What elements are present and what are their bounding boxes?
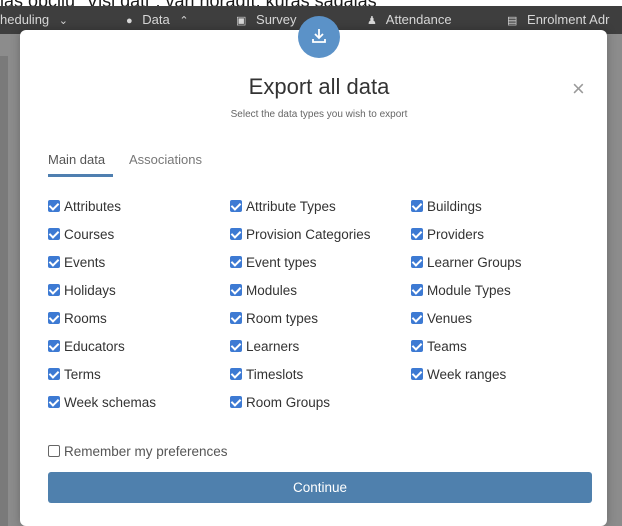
checkbox-modules[interactable]: Modules: [230, 283, 297, 298]
nav-item-data[interactable]: ● Data ⌃: [126, 12, 195, 27]
active-tab-indicator: [48, 174, 113, 177]
checkbox-checked-icon: [48, 284, 60, 296]
checkbox-checked-icon: [230, 200, 242, 212]
checkbox-room-groups[interactable]: Room Groups: [230, 395, 330, 410]
checkbox-learners[interactable]: Learners: [230, 339, 299, 354]
checkbox-label: Module Types: [427, 283, 511, 298]
checkbox-label: Venues: [427, 311, 473, 326]
remember-preferences-label: Remember my preferences: [64, 444, 228, 459]
checkbox-label: Rooms: [64, 311, 107, 326]
checkbox-week-ranges[interactable]: Week ranges: [411, 367, 506, 382]
checkbox-label: Buildings: [427, 199, 482, 214]
checkbox-label: Events: [64, 255, 106, 270]
checkbox-courses[interactable]: Courses: [48, 227, 114, 242]
checkbox-educators[interactable]: Educators: [48, 339, 125, 354]
checkbox-room-types[interactable]: Room types: [230, 311, 318, 326]
tab-main-data[interactable]: Main data: [48, 152, 105, 167]
database-icon: ●: [126, 15, 133, 27]
checkbox-teams[interactable]: Teams: [411, 339, 467, 354]
background-sidebar-edge: [0, 56, 8, 526]
download-badge: [298, 16, 340, 58]
checkbox-checked-icon: [48, 312, 60, 324]
nav-item-scheduling[interactable]: heduling ⌄: [0, 12, 74, 27]
checkbox-label: Room types: [246, 311, 319, 326]
chevron-up-icon: ⌃: [179, 15, 189, 27]
checkbox-label: Learner Groups: [427, 255, 522, 270]
checkbox-checked-icon: [411, 284, 423, 296]
checkbox-venues[interactable]: Venues: [411, 311, 472, 326]
modal-title: Export all data: [248, 74, 390, 99]
checkbox-week-schemas[interactable]: Week schemas: [48, 395, 156, 410]
checkbox-checked-icon: [230, 256, 242, 268]
checkbox-label: Holidays: [64, 283, 116, 298]
checkbox-buildings[interactable]: Buildings: [411, 199, 482, 214]
checkbox-checked-icon: [48, 340, 60, 352]
checkbox-label: Providers: [427, 227, 485, 242]
checkbox-checked-icon: [48, 200, 60, 212]
checkbox-holidays[interactable]: Holidays: [48, 283, 116, 298]
remember-preferences-checkbox[interactable]: Remember my preferences: [48, 444, 228, 459]
checkbox-event-types[interactable]: Event types: [230, 255, 317, 270]
checkbox-providers[interactable]: Providers: [411, 227, 484, 242]
checkbox-terms[interactable]: Terms: [48, 367, 101, 382]
person-icon: ♟: [367, 15, 377, 27]
checkbox-checked-icon: [48, 368, 60, 380]
checkbox-checked-icon: [230, 312, 242, 324]
checkbox-label: Attribute Types: [246, 199, 336, 214]
checkbox-checked-icon: [230, 396, 242, 408]
checkbox-label: Event types: [246, 255, 317, 270]
checkbox-module-types[interactable]: Module Types: [411, 283, 511, 298]
checkbox-events[interactable]: Events: [48, 255, 105, 270]
checkbox-checked-icon: [230, 228, 242, 240]
checkbox-label: Room Groups: [246, 395, 331, 410]
checkbox-attributes[interactable]: Attributes: [48, 199, 121, 214]
checkbox-unchecked-icon: [48, 445, 60, 457]
checkbox-checked-icon: [230, 368, 242, 380]
checkbox-checked-icon: [230, 284, 242, 296]
close-icon[interactable]: ×: [572, 76, 585, 102]
chevron-down-icon: ⌄: [58, 15, 68, 27]
checkbox-checked-icon: [411, 256, 423, 268]
checkbox-checked-icon: [411, 340, 423, 352]
nav-item-label: Attendance: [385, 12, 452, 27]
nav-item-enrolment[interactable]: ▤ Enrolment Adr: [507, 12, 609, 27]
export-modal: Export all data Select the data types yo…: [20, 16, 607, 526]
nav-item-label: Enrolment Adr: [527, 12, 610, 27]
nav-item-label: heduling: [0, 12, 50, 27]
checkbox-label: Week ranges: [427, 367, 507, 382]
checkbox-label: Teams: [427, 339, 467, 354]
checkbox-label: Attributes: [64, 199, 122, 214]
checkbox-checked-icon: [411, 312, 423, 324]
tab-associations[interactable]: Associations: [129, 152, 202, 167]
checkbox-label: Terms: [64, 367, 101, 382]
checkbox-checked-icon: [411, 228, 423, 240]
checkbox-label: Learners: [246, 339, 300, 354]
checkbox-label: Timeslots: [246, 367, 304, 382]
checkbox-checked-icon: [411, 368, 423, 380]
checkbox-attribute-types[interactable]: Attribute Types: [230, 199, 336, 214]
continue-button[interactable]: Continue: [48, 472, 592, 503]
checkbox-checked-icon: [48, 228, 60, 240]
checkbox-learner-groups[interactable]: Learner Groups: [411, 255, 522, 270]
checkbox-checked-icon: [48, 256, 60, 268]
checkbox-label: Educators: [64, 339, 125, 354]
nav-item-survey[interactable]: ▣ Survey: [236, 12, 297, 27]
checkbox-timeslots[interactable]: Timeslots: [230, 367, 303, 382]
checkbox-label: Courses: [64, 227, 115, 242]
download-icon: [312, 29, 326, 43]
checkbox-rooms[interactable]: Rooms: [48, 311, 107, 326]
checkbox-checked-icon: [48, 396, 60, 408]
nav-item-attendance[interactable]: ♟ Attendance: [367, 12, 452, 27]
checkbox-label: Provision Categories: [246, 227, 371, 242]
clipboard-icon: ▣: [236, 15, 247, 27]
checkbox-label: Week schemas: [64, 395, 157, 410]
modal-subtitle: Select the data types you wish to export: [230, 109, 408, 120]
checkbox-checked-icon: [230, 340, 242, 352]
document-icon: ▤: [507, 15, 518, 27]
nav-item-label: Data: [142, 12, 170, 27]
checkbox-label: Modules: [246, 283, 298, 298]
checkbox-checked-icon: [411, 200, 423, 212]
checkbox-provision-categories[interactable]: Provision Categories: [230, 227, 371, 242]
nav-item-label: Survey: [256, 12, 297, 27]
